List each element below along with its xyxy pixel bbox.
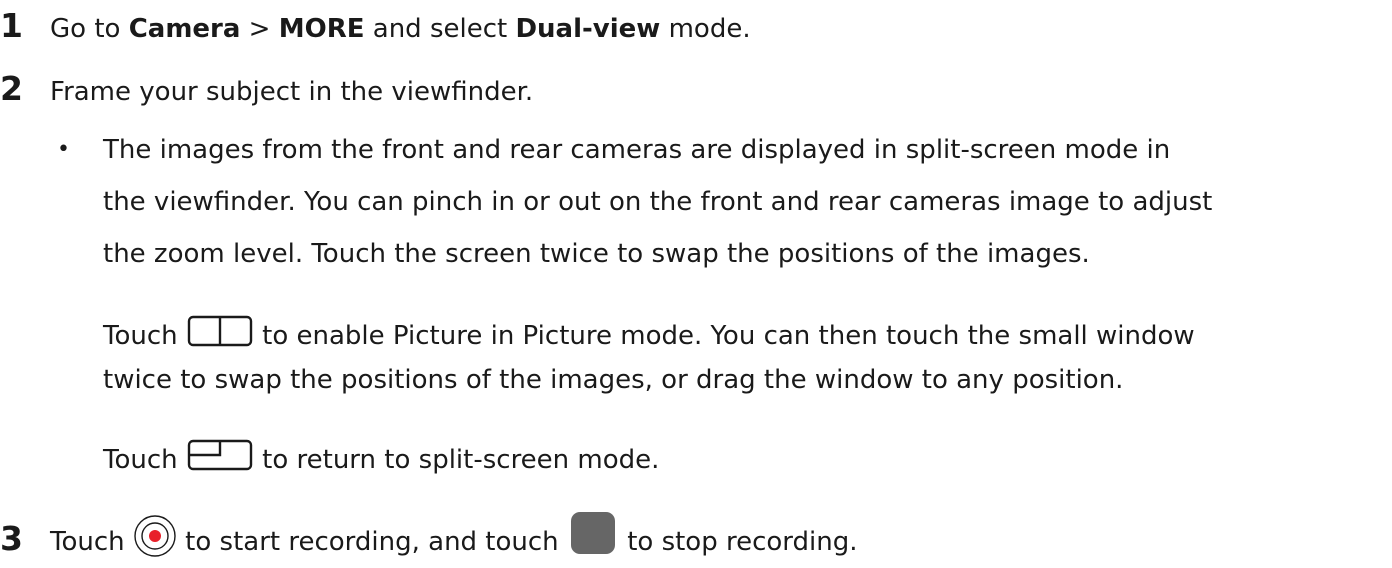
bullet-paragraph: The images from the front and rear camer…: [103, 124, 1388, 280]
bullet-line: the zoom level. Touch the screen twice t…: [103, 239, 1090, 269]
step-separator: >: [240, 14, 279, 44]
step-text: to start recording, and touch: [176, 527, 559, 557]
dual-view-label: Dual-view: [515, 14, 661, 44]
pip-line-1: Touch to enable Picture in Picture mode.…: [103, 314, 1195, 355]
pip-line-2: twice to swap the positions of the image…: [103, 365, 1124, 395]
split-screen-icon[interactable]: [186, 314, 254, 355]
picture-in-picture-icon[interactable]: [186, 438, 254, 479]
bullet-marker: •: [57, 137, 70, 162]
split-line: Touch to return to split-screen mode.: [103, 438, 659, 479]
step-text: Frame your subject in the viewfinder.: [50, 77, 534, 107]
stop-icon[interactable]: [567, 512, 619, 566]
step-number: 1: [0, 6, 23, 45]
step-text-middle: and select: [364, 14, 516, 44]
pip-text: to enable Picture in Picture mode. You c…: [253, 321, 1195, 351]
step-2: 2 Frame your subject in the viewfinder.: [0, 71, 533, 110]
touch-text: Touch: [103, 321, 178, 351]
step-text-suffix: mode.: [660, 14, 751, 44]
step-number: 2: [0, 69, 23, 108]
split-text: to return to split-screen mode.: [253, 445, 660, 475]
touch-text: Touch: [50, 527, 125, 557]
camera-label: Camera: [128, 14, 241, 44]
step-text-suffix: to stop recording.: [618, 527, 858, 557]
document: 1 Go to Camera > MORE and select Dual-vie…: [0, 0, 1392, 565]
bullet-line: The images from the front and rear camer…: [103, 135, 1171, 165]
touch-text: Touch: [103, 445, 178, 475]
bullet-line: the viewfinder. You can pinch in or out …: [103, 187, 1213, 217]
record-icon[interactable]: [133, 514, 177, 568]
step-text: Go to: [50, 14, 129, 44]
step-3: 3 Touch to start recording, and touch to …: [0, 512, 858, 568]
step-1: 1 Go to Camera > MORE and select Dual-vie…: [0, 8, 751, 47]
step-number: 3: [0, 519, 23, 558]
more-label: MORE: [278, 14, 365, 44]
